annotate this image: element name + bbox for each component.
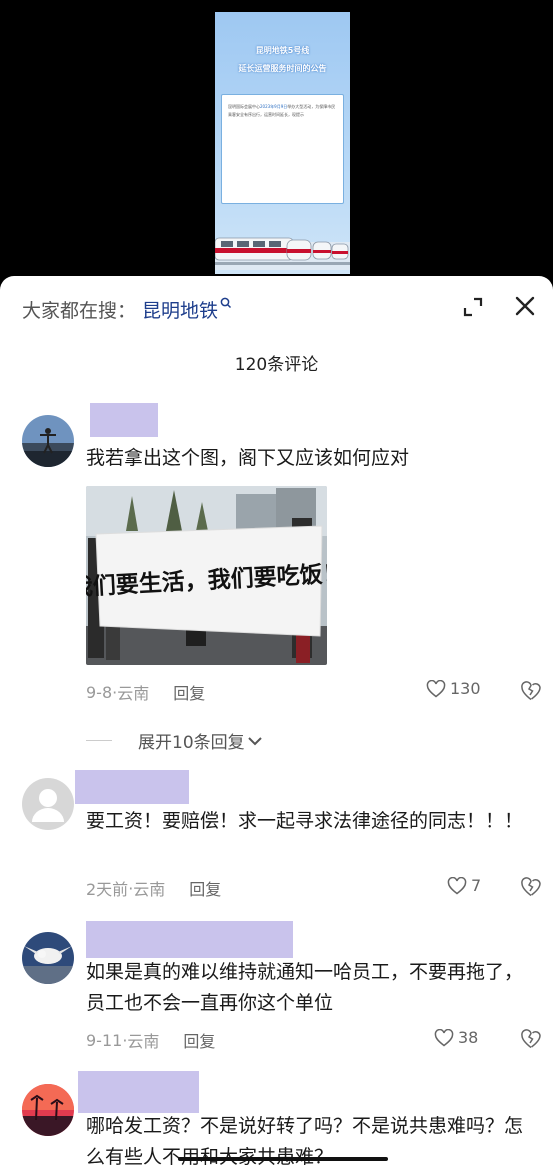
- username-redacted[interactable]: [90, 403, 158, 437]
- username-redacted[interactable]: [75, 770, 189, 804]
- search-icon: [220, 297, 232, 309]
- comment-date: 9-8: [86, 682, 113, 702]
- broken-heart-icon[interactable]: [520, 877, 542, 897]
- like-count: 38: [458, 1028, 479, 1047]
- username-redacted[interactable]: [78, 1071, 199, 1113]
- avatar[interactable]: [22, 1084, 74, 1136]
- username-redacted[interactable]: [86, 921, 293, 958]
- reply-button[interactable]: 回复: [173, 680, 205, 704]
- reply-button[interactable]: 回复: [189, 876, 221, 900]
- heart-icon: [426, 679, 446, 697]
- comment-location: 云南: [117, 684, 150, 703]
- heart-icon: [447, 876, 467, 894]
- like-count: 7: [471, 876, 482, 895]
- broken-heart-icon[interactable]: [520, 1029, 542, 1049]
- avatar[interactable]: [22, 932, 74, 984]
- poster-title-line1: 昆明地铁5号线: [255, 46, 310, 55]
- close-icon[interactable]: [513, 294, 537, 318]
- comment-image[interactable]: 我们要生活，我们要吃饭！: [86, 486, 327, 665]
- poster-body-text: 昆明国际会展中心2023年9月9日举办大型活动，为保障市民乘客安全有序出行，运营…: [228, 104, 336, 117]
- announcement-poster: 昆明地铁5号线 延长运营服务时间的公告 昆明国际会展中心2023年9月9日举办大…: [215, 12, 350, 274]
- expand-replies-label: 展开10条回复: [138, 733, 245, 753]
- like-count: 130: [450, 679, 481, 698]
- like-button[interactable]: 38: [434, 1028, 478, 1047]
- search-term-link[interactable]: 昆明地铁: [142, 296, 218, 323]
- chevron-down-icon: [247, 736, 262, 745]
- like-button[interactable]: 7: [447, 876, 481, 895]
- comment-date: 2天前: [86, 880, 129, 899]
- comment-text: 哪哈发工资？不是说好转了吗？不是说共患难吗？怎么有些人不用和大家共患难？: [86, 1115, 524, 1168]
- comment-meta: 9-8 · 云南 回复: [86, 680, 205, 704]
- comment-meta: 9-11 · 云南 回复: [86, 1028, 215, 1052]
- expand-replies-button[interactable]: 展开10条回复: [86, 728, 263, 753]
- comment-location: 云南: [127, 1032, 160, 1051]
- home-indicator: [178, 1157, 388, 1161]
- video-player[interactable]: 昆明地铁5号线 延长运营服务时间的公告 昆明国际会展中心2023年9月9日举办大…: [0, 0, 553, 290]
- comment-date: 9-11: [86, 1030, 123, 1050]
- poster-notice-card: 昆明国际会展中心2023年9月9日举办大型活动，为保障市民乘客安全有序出行，运营…: [221, 94, 344, 204]
- expand-icon[interactable]: [462, 296, 484, 318]
- poster-title-line2: 延长运营服务时间的公告: [238, 64, 327, 73]
- like-button[interactable]: 130: [426, 679, 481, 698]
- comment-text: 如果是真的难以维持就通知一哈员工，不要再拖了，员工也不会一直再你这个单位: [86, 961, 524, 1014]
- poster-date-highlight: 2023年9月9日: [260, 104, 288, 109]
- comment-sheet: 大家都在搜： 昆明地铁 120条评论 我若拿出这个图，阁下又应该如何应对 我们要…: [0, 276, 553, 1171]
- comment-count: 120条评论: [234, 355, 319, 375]
- avatar[interactable]: [22, 415, 74, 467]
- search-label: 大家都在搜：: [22, 299, 137, 322]
- comment-text: 要工资！要赔偿！求一起寻求法律途径的同志！！！: [86, 810, 524, 832]
- search-suggestion[interactable]: 大家都在搜： 昆明地铁: [22, 294, 232, 324]
- avatar[interactable]: [22, 778, 74, 830]
- comment-location: 云南: [133, 880, 166, 899]
- heart-icon: [434, 1028, 454, 1046]
- comment-meta: 2天前 · 云南 回复: [86, 876, 221, 900]
- divider-line: [86, 740, 112, 741]
- comment-text: 我若拿出这个图，阁下又应该如何应对: [86, 447, 410, 469]
- metro-train-illustration: [215, 237, 350, 270]
- reply-button[interactable]: 回复: [183, 1028, 215, 1052]
- broken-heart-icon[interactable]: [520, 681, 542, 701]
